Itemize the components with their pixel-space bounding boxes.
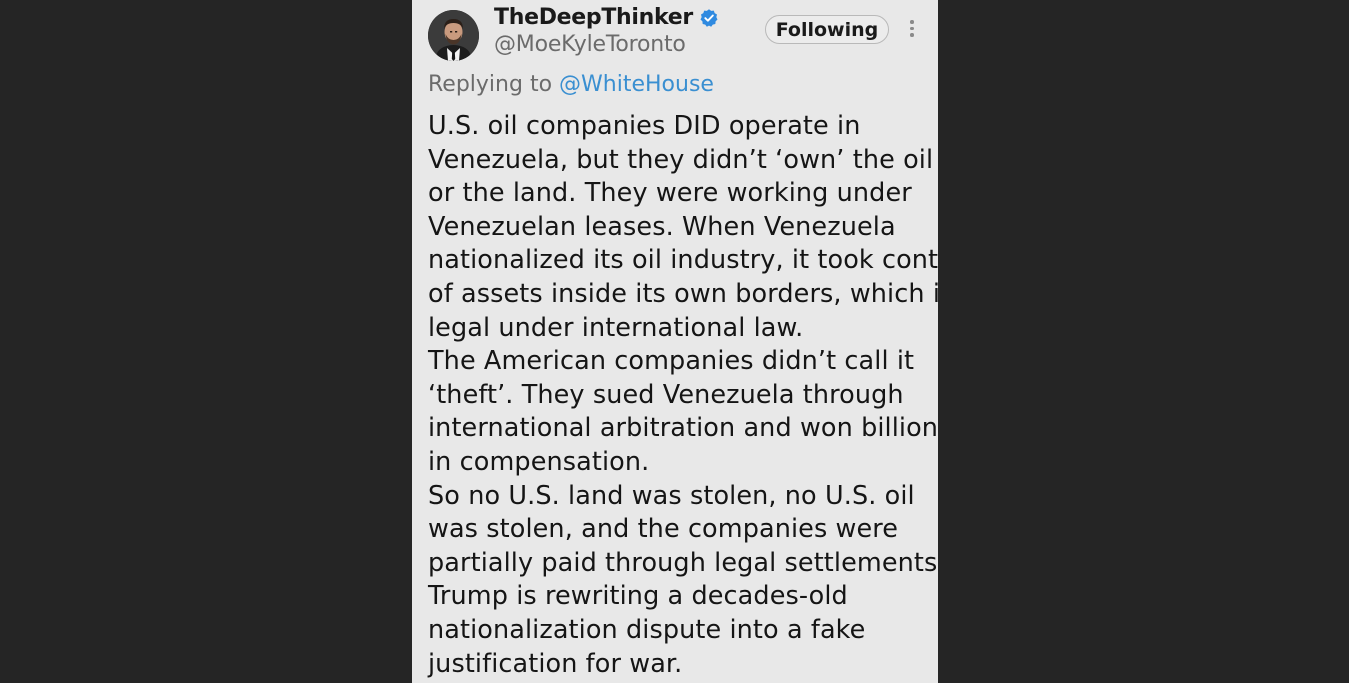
author-display-name[interactable]: TheDeepThinker: [494, 5, 693, 30]
tweet-line: ‘theft’. They sued Venezuela through: [428, 379, 904, 410]
screenshot-stage: TheDeepThinker @MoeKyleToronto Following…: [0, 0, 1349, 683]
tweet-line: So no U.S. land was stolen, no U.S. oil: [428, 480, 915, 511]
tweet-line: U.S. oil companies DID operate in: [428, 111, 861, 141]
profile-photo: [428, 10, 479, 61]
tweet-card: TheDeepThinker @MoeKyleToronto Following…: [412, 0, 938, 683]
more-vertical-icon[interactable]: [906, 20, 918, 40]
verified-badge-icon: [700, 8, 718, 27]
tweet-body: U.S. oil companies DID operate in Venezu…: [428, 110, 938, 681]
author-handle[interactable]: @MoeKyleToronto: [494, 32, 686, 57]
tweet-line: nationalized its oil industry, it took c…: [428, 245, 938, 276]
tweet-line: Venezuela, but they didn’t ‘own’ the oil: [428, 144, 934, 175]
tweet-line: The American companies didn’t call it: [428, 346, 915, 377]
tweet-line: or the land. They were working under: [428, 178, 912, 209]
tweet-line: was stolen, and the companies were: [428, 514, 899, 545]
author-name-row: TheDeepThinker: [494, 5, 719, 30]
tweet-line: Venezuelan leases. When Venezuela: [428, 211, 896, 242]
tweet-line: nationalization dispute into a fake: [428, 614, 866, 645]
tweet-line: international arbitration and won billio…: [428, 413, 938, 444]
tweet-line: of assets inside its own borders, which …: [428, 278, 938, 309]
tweet-line: partially paid through legal settlements…: [428, 547, 938, 578]
tweet-line: justification for war.: [428, 648, 683, 679]
avatar[interactable]: [428, 10, 479, 61]
following-button[interactable]: Following: [765, 15, 889, 44]
tweet-line: legal under international law.: [428, 312, 804, 343]
reply-target-link[interactable]: @WhiteHouse: [559, 72, 714, 97]
replying-to-row: Replying to @WhiteHouse: [428, 72, 714, 97]
tweet-line: in compensation.: [428, 446, 650, 477]
tweet-line: Trump is rewriting a decades-old: [428, 581, 848, 612]
replying-to-label: Replying to: [428, 72, 553, 97]
